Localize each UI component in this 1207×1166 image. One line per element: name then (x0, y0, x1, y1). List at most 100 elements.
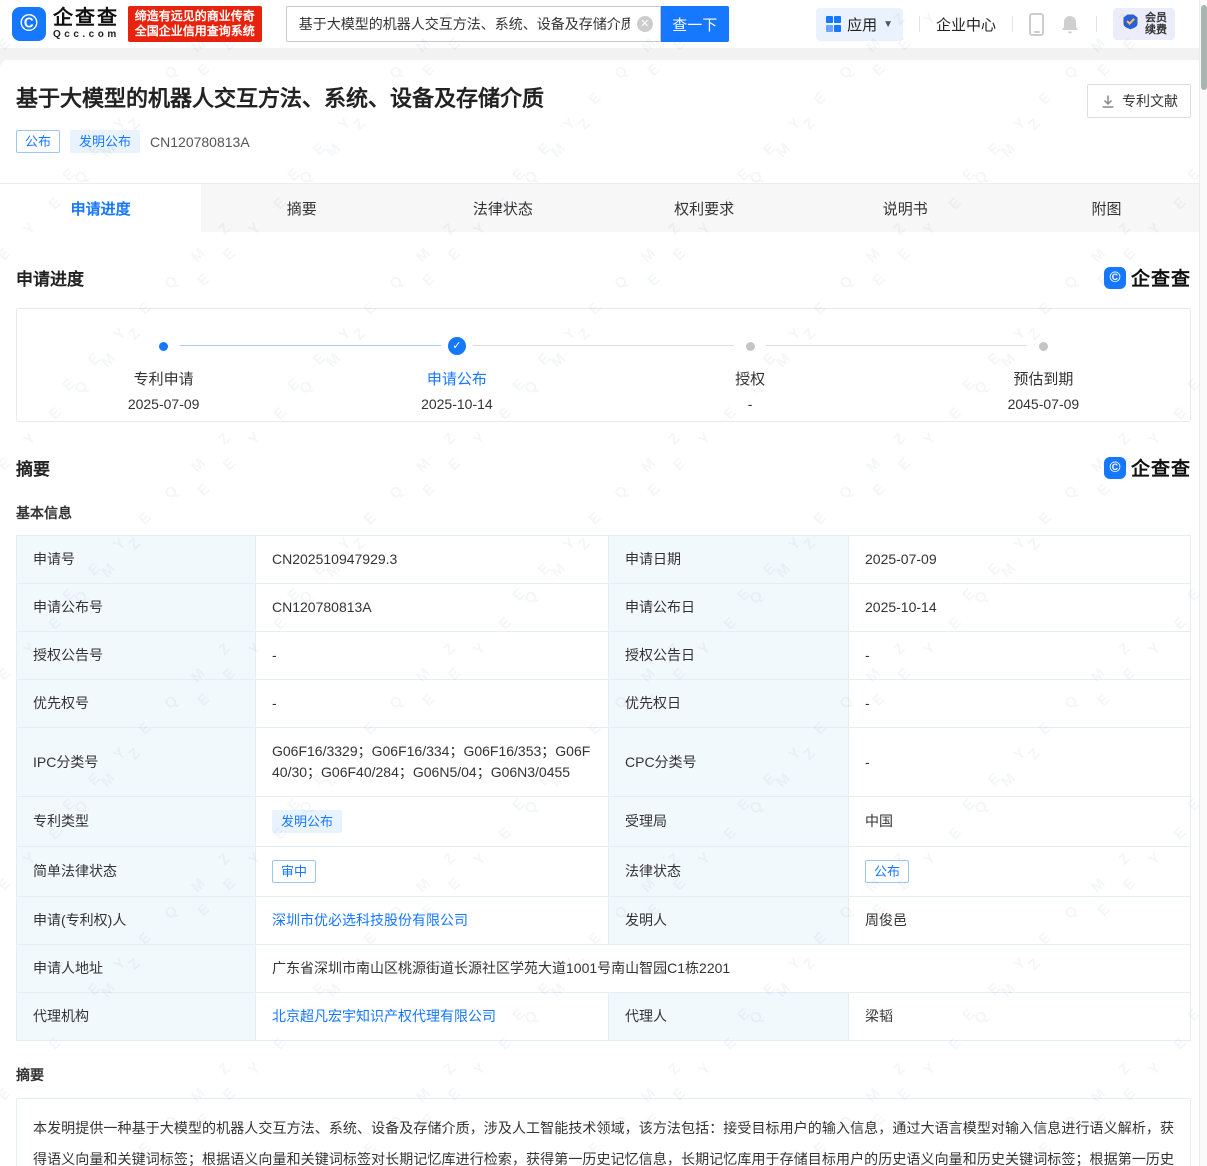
tab-drawings[interactable]: 附图 (1006, 184, 1207, 232)
info-value: CN202510947929.3 (256, 536, 609, 584)
qcc-logo-icon: © (12, 7, 46, 41)
qcc-logo[interactable]: © 企查查 Qcc.com 缔造有远见的商业传奇 全国企业信用查询系统 (12, 6, 262, 42)
info-label: 发明人 (609, 897, 849, 945)
tab-abstract[interactable]: 摘要 (201, 184, 402, 232)
timeline-dot (159, 342, 168, 351)
member-renew-badge[interactable]: 会员 续费 (1113, 8, 1175, 40)
info-value: - (256, 632, 609, 680)
apps-menu-button[interactable]: 应用 ▼ (816, 8, 903, 41)
timeline-step: 授权- (604, 309, 897, 421)
page-scrollbar[interactable] (1199, 0, 1207, 1166)
application-progress-section: 申请进度 © 企查查 专利申请2025-07-09✓申请公布2025-10-14… (0, 264, 1207, 422)
top-header: © 企查查 Qcc.com 缔造有远见的商业传奇 全国企业信用查询系统 ✕ 查一… (0, 0, 1207, 48)
divider (919, 16, 920, 32)
brand-domain: Qcc.com (53, 29, 120, 40)
qcc-brand-text: 企查查 Qcc.com (53, 8, 120, 40)
info-label: 申请号 (17, 536, 256, 584)
basic-info-title: 基本信息 (16, 503, 1191, 523)
enterprise-center-link[interactable]: 企业中心 (936, 14, 996, 35)
scrollbar-thumb[interactable] (1201, 5, 1207, 90)
timeline-step: 预估到期 2045-07-09 (897, 309, 1190, 421)
info-value: 中国 (849, 797, 1191, 847)
section-title-abstract: 摘要 (16, 455, 50, 480)
content-card: 基于大模型的机器人交互方法、系统、设备及存储介质 专利文献 公布 发明公布 CN… (0, 60, 1207, 1166)
member-vip-icon (1121, 12, 1140, 36)
timeline-step-label: 预估到期 (897, 368, 1190, 389)
notification-bell-icon[interactable] (1060, 14, 1080, 35)
timeline-step-date: 2045-07-09 (897, 396, 1190, 412)
header-nav: 应用 ▼ 企业中心 会员 续费 (816, 8, 1189, 41)
member-label: 会员 续费 (1145, 12, 1167, 36)
publish-status-tag: 公布 (16, 130, 60, 153)
clear-search-icon[interactable]: ✕ (637, 16, 653, 32)
abstract-section: 摘要 © 企查查 基本信息 申请号CN202510947929.3申请日期202… (0, 454, 1207, 1166)
tab-claims[interactable]: 权利要求 (604, 184, 805, 232)
info-value: G06F16/3329；G06F16/334；G06F16/353；G06F40… (256, 728, 609, 797)
mobile-app-icon[interactable] (1029, 13, 1044, 36)
info-label: CPC分类号 (609, 728, 849, 797)
chevron-down-icon: ▼ (883, 19, 893, 30)
info-value: - (849, 728, 1191, 797)
search-bar: ✕ 查一下 (286, 6, 729, 42)
info-value: - (849, 632, 1191, 680)
info-label: 申请日期 (609, 536, 849, 584)
info-row: 授权公告号-授权公告日- (17, 632, 1191, 680)
company-link[interactable]: 深圳市优必选科技股份有限公司 (272, 912, 468, 928)
qcc-mini-icon: © (1104, 457, 1126, 479)
info-label: 简单法律状态 (17, 847, 256, 897)
timeline-dot (746, 342, 755, 351)
invention-type-tag: 发明公布 (70, 130, 140, 153)
info-label: 优先权日 (609, 680, 849, 728)
info-value: 发明公布 (256, 797, 609, 847)
patent-title-section: 基于大模型的机器人交互方法、系统、设备及存储介质 专利文献 公布 发明公布 CN… (0, 60, 1207, 153)
patent-tag-row: 公布 发明公布 CN120780813A (16, 130, 1191, 153)
slogan-line1: 缔造有远见的商业传奇 (135, 9, 255, 24)
info-value: 梁韬 (849, 993, 1191, 1041)
info-label: 申请人地址 (17, 945, 256, 993)
publication-number: CN120780813A (150, 134, 250, 150)
status-tag: 审中 (272, 860, 316, 883)
info-label: 法律状态 (609, 847, 849, 897)
info-row: 申请号CN202510947929.3申请日期2025-07-09 (17, 536, 1191, 584)
info-row: 专利类型发明公布 受理局中国 (17, 797, 1191, 847)
patent-doc-button[interactable]: 专利文献 (1087, 84, 1191, 118)
status-tag: 发明公布 (272, 810, 342, 833)
tab-description[interactable]: 说明书 (805, 184, 1006, 232)
timeline-step: ✓申请公布2025-10-14 (310, 309, 603, 421)
qcc-watermark-logo: © 企查查 (1104, 454, 1191, 481)
info-row: 优先权号-优先权日- (17, 680, 1191, 728)
tab-bar: 申请进度摘要法律状态权利要求说明书附图 (0, 183, 1207, 232)
info-label: 申请公布日 (609, 584, 849, 632)
info-value: 2025-10-14 (849, 584, 1191, 632)
info-label: 专利类型 (17, 797, 256, 847)
info-label: 申请(专利权)人 (17, 897, 256, 945)
info-label: 代理人 (609, 993, 849, 1041)
abstract-subtitle: 摘要 (16, 1065, 1191, 1085)
info-label: 优先权号 (17, 680, 256, 728)
qcc-mini-icon: © (1104, 267, 1126, 289)
info-row: 申请公布号CN120780813A申请公布日2025-10-14 (17, 584, 1191, 632)
tab-legal-status[interactable]: 法律状态 (402, 184, 603, 232)
qcc-watermark-logo: © 企查查 (1104, 264, 1191, 291)
apps-grid-icon (826, 16, 842, 32)
check-icon: ✓ (448, 337, 466, 355)
search-input[interactable] (286, 6, 661, 42)
info-label: IPC分类号 (17, 728, 256, 797)
basic-info-table: 申请号CN202510947929.3申请日期2025-07-09申请公布号CN… (16, 535, 1191, 1041)
slogan-line2: 全国企业信用查询系统 (135, 24, 255, 39)
progress-timeline: 专利申请2025-07-09✓申请公布2025-10-14授权-预估到期 2045… (16, 308, 1191, 422)
page: E E Y E Q M ZE E Y E Q M ZE E Y E Q M ZE… (0, 0, 1207, 1166)
info-value: 公布 (849, 847, 1191, 897)
tab-application-progress[interactable]: 申请进度 (0, 184, 201, 232)
company-link[interactable]: 北京超凡宏宇知识产权代理有限公司 (272, 1008, 496, 1024)
search-button[interactable]: 查一下 (661, 6, 729, 42)
info-row: 申请(专利权)人深圳市优必选科技股份有限公司发明人周俊邑 (17, 897, 1191, 945)
timeline-step: 专利申请2025-07-09 (17, 309, 310, 421)
timeline-step-date: 2025-07-09 (17, 396, 310, 412)
info-value: - (849, 680, 1191, 728)
download-icon (1100, 94, 1116, 109)
brand-name: 企查查 (53, 8, 120, 29)
status-tag: 公布 (865, 860, 909, 883)
info-label: 受理局 (609, 797, 849, 847)
info-value: 2025-07-09 (849, 536, 1191, 584)
